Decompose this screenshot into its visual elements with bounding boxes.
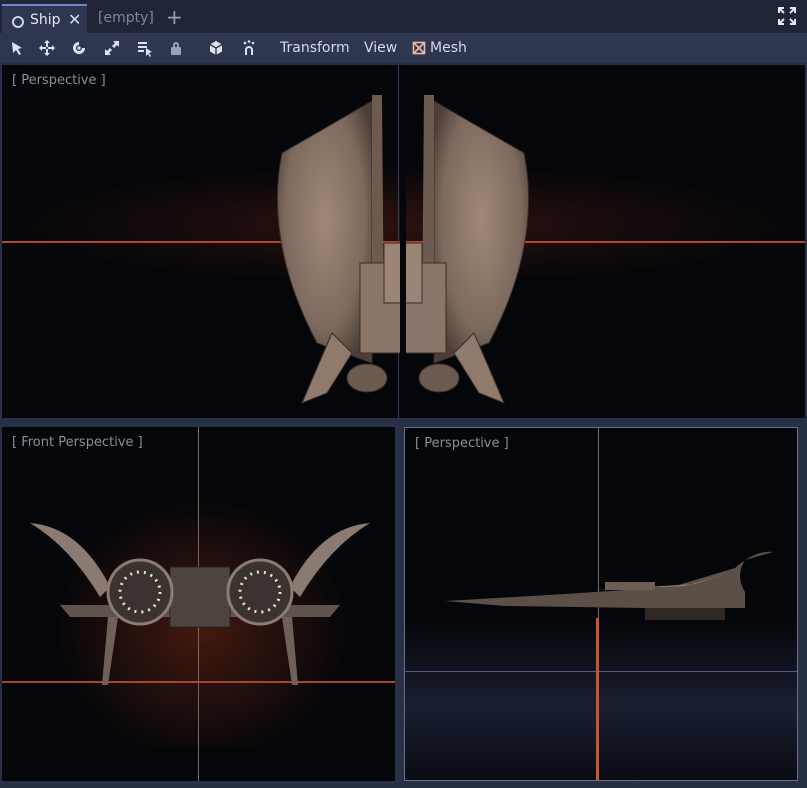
viewport-side[interactable]: [ Perspective ] xyxy=(404,427,798,781)
tab-ship-label: Ship xyxy=(30,12,61,28)
x-axis-line xyxy=(405,671,797,672)
viewport-front[interactable]: [ Front Perspective ] xyxy=(2,427,395,781)
viewport-toolbar: Transform View Mesh xyxy=(0,33,807,63)
tab-ship[interactable]: Ship ✕ xyxy=(2,4,87,33)
scene-circle-icon xyxy=(12,16,24,28)
transform-menu[interactable]: Transform xyxy=(280,39,350,57)
viewport-front-label[interactable]: [ Front Perspective ] xyxy=(12,435,143,450)
ground-grid xyxy=(405,618,797,780)
viewport-top-label[interactable]: [ Perspective ] xyxy=(12,73,106,88)
viewport-side-label[interactable]: [ Perspective ] xyxy=(415,436,509,451)
lock-icon[interactable] xyxy=(167,39,185,57)
local-space-icon[interactable] xyxy=(207,39,225,57)
close-tab-icon[interactable]: ✕ xyxy=(68,6,81,34)
snap-icon[interactable] xyxy=(240,39,258,57)
tab-empty-label: [empty] xyxy=(98,10,154,26)
list-select-icon[interactable] xyxy=(136,39,154,57)
ship-model-side-view xyxy=(445,551,773,620)
mesh-icon xyxy=(412,41,426,55)
rotate-icon[interactable] xyxy=(70,39,88,57)
ship-model-front-view xyxy=(30,523,370,685)
move-icon[interactable] xyxy=(38,39,56,57)
scale-icon[interactable] xyxy=(103,39,121,57)
viewport-top[interactable]: [ Perspective ] xyxy=(2,65,805,418)
ship-model-top-view xyxy=(276,93,530,411)
tab-empty[interactable]: [empty] xyxy=(90,4,160,33)
scene-tab-bar: Ship ✕ [empty] + xyxy=(0,0,807,33)
view-menu[interactable]: View xyxy=(364,39,397,57)
add-tab-button[interactable]: + xyxy=(163,3,186,31)
distraction-free-icon[interactable] xyxy=(777,6,797,26)
select-icon[interactable] xyxy=(8,39,26,57)
mesh-menu[interactable]: Mesh xyxy=(430,39,467,57)
z-axis-line xyxy=(596,618,599,780)
